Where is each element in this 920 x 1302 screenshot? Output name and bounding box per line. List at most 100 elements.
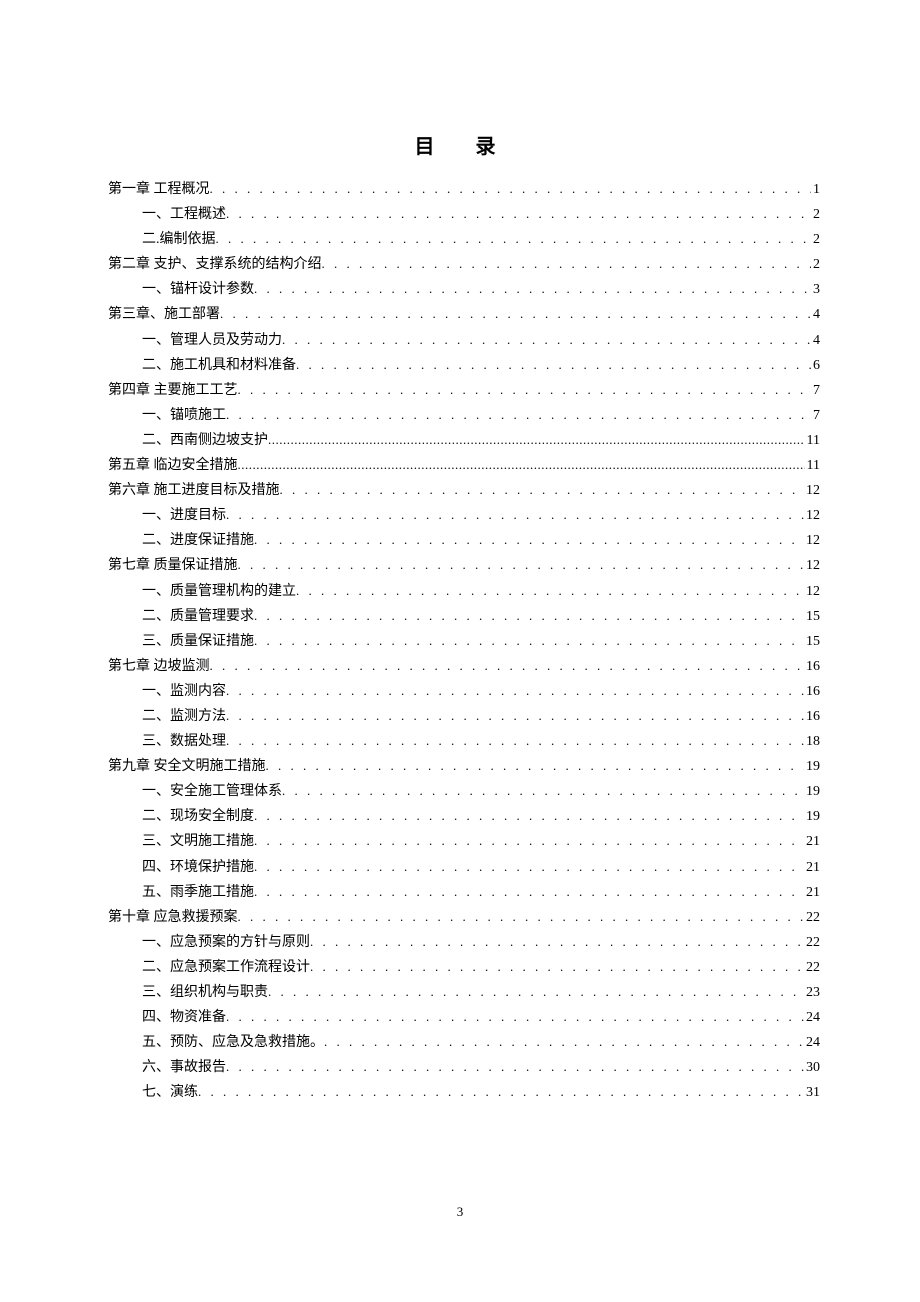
toc-label: 一、锚杆设计参数 [142, 278, 254, 302]
toc-leader-dots [254, 855, 804, 879]
toc-entry: 二、应急预案工作流程设计 22 [108, 955, 820, 980]
toc-entry: 二、现场安全制度 19 [108, 804, 820, 829]
toc-leader-dots [238, 905, 805, 929]
toc-label: 第五章 临边安全措施 [108, 454, 238, 478]
toc-entry: 一、工程概述 2 [108, 202, 820, 227]
page-title: 目 录 [108, 130, 820, 159]
toc-page-number: 12 [804, 580, 820, 604]
toc-label: 三、数据处理 [142, 730, 226, 754]
toc-label: 一、应急预案的方针与原则 [142, 931, 310, 955]
toc-entry: 二、质量管理要求 15 [108, 604, 820, 629]
toc-leader-dots [216, 227, 812, 251]
toc-label: 一、进度目标 [142, 504, 226, 528]
toc-entry: 第十章 应急救援预案 22 [108, 905, 820, 930]
toc-leader-dots [254, 528, 804, 552]
toc-entry: 一、锚喷施工 7 [108, 403, 820, 428]
toc-entry: 三、质量保证措施 15 [108, 629, 820, 654]
toc-entry: 五、雨季施工措施 21 [108, 880, 820, 905]
toc-list: 第一章 工程概况 1一、工程概述 2二.编制依据 2第二章 支护、支撑系统的结构… [108, 177, 820, 1105]
toc-entry: 第六章 施工进度目标及措施 12 [108, 478, 820, 503]
toc-page-number: 15 [804, 605, 820, 629]
toc-page-number: 16 [804, 705, 820, 729]
toc-page-number: 12 [804, 529, 820, 553]
toc-entry: 六、事故报告 30 [108, 1055, 820, 1080]
toc-label: 一、工程概述 [142, 203, 226, 227]
toc-entry: 七、演练 31 [108, 1080, 820, 1105]
toc-leader-dots [226, 1055, 804, 1079]
toc-label: 第九章 安全文明施工措施 [108, 755, 266, 779]
toc-leader-dots [280, 478, 805, 502]
toc-leader-dots [268, 428, 805, 452]
toc-page-number: 12 [804, 554, 820, 578]
toc-entry: 一、安全施工管理体系 19 [108, 779, 820, 804]
toc-label: 第七章 边坡监测 [108, 655, 210, 679]
toc-page-number: 19 [804, 755, 820, 779]
toc-leader-dots [266, 754, 805, 778]
toc-leader-dots [296, 579, 804, 603]
toc-page-number: 19 [804, 805, 820, 829]
toc-page-number: 24 [804, 1031, 820, 1055]
toc-page-number: 6 [811, 354, 820, 378]
toc-leader-dots [254, 277, 811, 301]
toc-leader-dots [238, 453, 805, 477]
toc-page-number: 21 [804, 830, 820, 854]
toc-entry: 一、监测内容 16 [108, 679, 820, 704]
toc-page-number: 30 [804, 1056, 820, 1080]
toc-page-number: 16 [804, 655, 820, 679]
toc-page-number: 16 [804, 680, 820, 704]
toc-page-number: 3 [811, 278, 820, 302]
toc-label: 五、预防、应急及急救措施。 [142, 1031, 324, 1055]
toc-entry: 三、文明施工措施 21 [108, 829, 820, 854]
toc-page-number: 11 [805, 454, 820, 478]
toc-label: 第三章、施工部署 [108, 303, 220, 327]
toc-leader-dots [226, 503, 804, 527]
toc-leader-dots [310, 955, 804, 979]
toc-entry: 二、进度保证措施 12 [108, 528, 820, 553]
toc-label: 一、锚喷施工 [142, 404, 226, 428]
toc-label: 第一章 工程概况 [108, 178, 210, 202]
toc-leader-dots [254, 804, 804, 828]
toc-page-number: 4 [811, 329, 820, 353]
toc-page-number: 18 [804, 730, 820, 754]
toc-page-number: 21 [804, 856, 820, 880]
toc-leader-dots [296, 353, 811, 377]
toc-label: 五、雨季施工措施 [142, 881, 254, 905]
toc-entry: 二、监测方法 16 [108, 704, 820, 729]
toc-entry: 三、组织机构与职责 23 [108, 980, 820, 1005]
toc-leader-dots [210, 654, 805, 678]
toc-page-number: 1 [811, 178, 820, 202]
toc-entry: 一、管理人员及劳动力 4 [108, 328, 820, 353]
toc-leader-dots [310, 930, 804, 954]
toc-label: 三、组织机构与职责 [142, 981, 268, 1005]
toc-page-number: 7 [811, 404, 820, 428]
toc-label: 三、文明施工措施 [142, 830, 254, 854]
toc-page-number: 15 [804, 630, 820, 654]
toc-leader-dots [238, 553, 805, 577]
toc-label: 第四章 主要施工工艺 [108, 379, 238, 403]
toc-page-number: 2 [811, 203, 820, 227]
toc-label: 四、环境保护措施 [142, 856, 254, 880]
toc-label: 第十章 应急救援预案 [108, 906, 238, 930]
toc-page-number: 22 [804, 956, 820, 980]
toc-leader-dots [254, 880, 804, 904]
toc-entry: 一、锚杆设计参数 3 [108, 277, 820, 302]
toc-label: 二、进度保证措施 [142, 529, 254, 553]
toc-leader-dots [226, 403, 811, 427]
toc-label: 一、监测内容 [142, 680, 226, 704]
toc-page-number: 23 [804, 981, 820, 1005]
toc-label: 一、安全施工管理体系 [142, 780, 282, 804]
toc-page-number: 22 [804, 906, 820, 930]
toc-label: 第六章 施工进度目标及措施 [108, 479, 280, 503]
toc-entry: 第三章、施工部署 4 [108, 302, 820, 327]
toc-label: 七、演练 [142, 1081, 198, 1105]
toc-label: 一、质量管理机构的建立 [142, 580, 296, 604]
toc-leader-dots [226, 729, 804, 753]
toc-page-number: 21 [804, 881, 820, 905]
toc-label: 第二章 支护、支撑系统的结构介绍 [108, 253, 322, 277]
toc-leader-dots [198, 1080, 804, 1104]
toc-label: 二、监测方法 [142, 705, 226, 729]
toc-entry: 第四章 主要施工工艺 7 [108, 378, 820, 403]
toc-entry: 三、数据处理 18 [108, 729, 820, 754]
toc-entry: 第二章 支护、支撑系统的结构介绍 2 [108, 252, 820, 277]
toc-leader-dots [254, 604, 804, 628]
